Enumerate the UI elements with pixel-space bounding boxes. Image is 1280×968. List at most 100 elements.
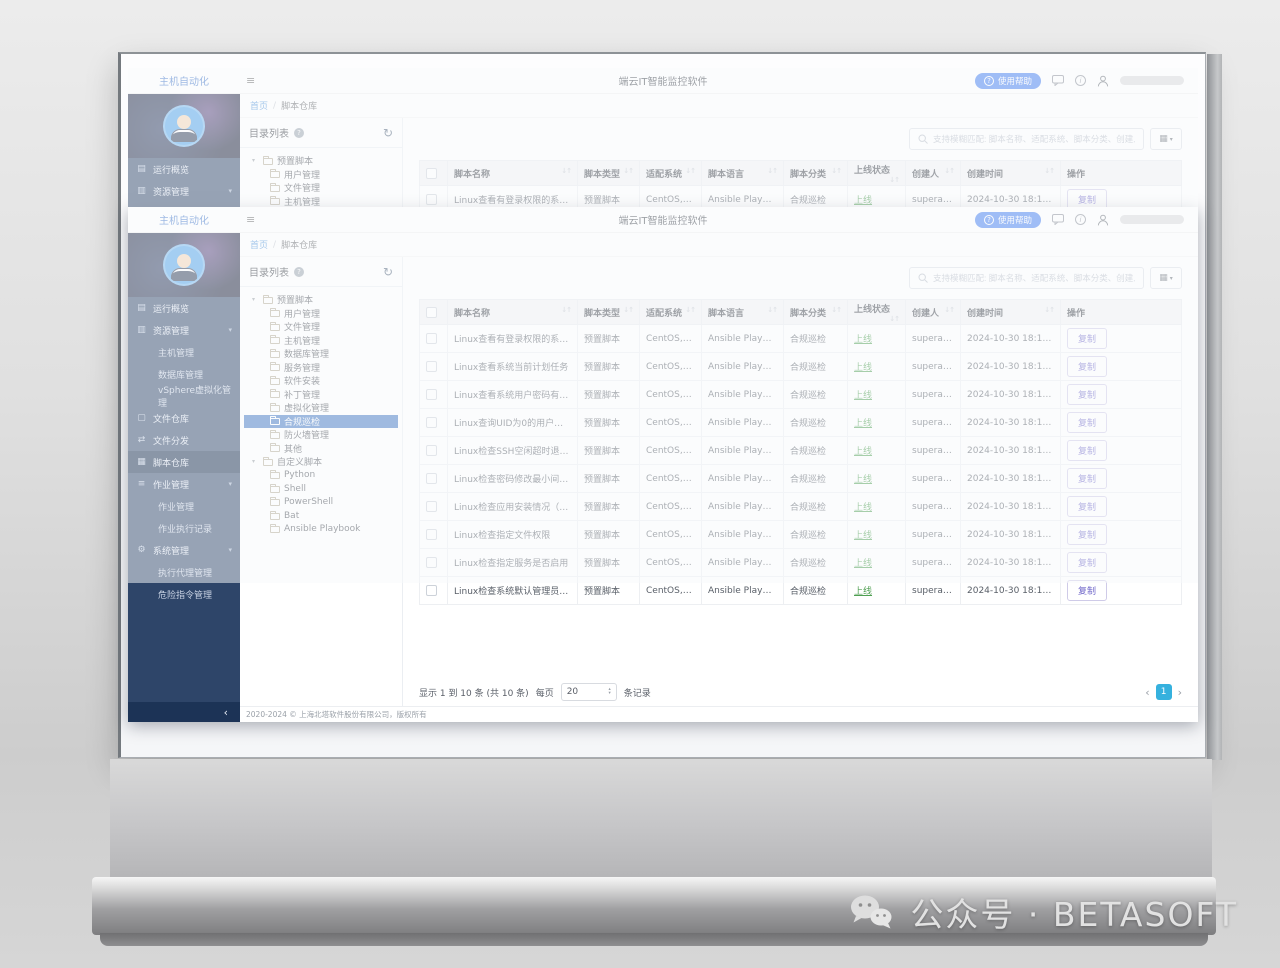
status-online-link[interactable]: 上线 [854, 559, 872, 569]
copy-button[interactable]: 复制 [1067, 580, 1107, 601]
column-header[interactable]: 脚本类型↓↑ [578, 161, 640, 186]
column-header[interactable]: 适配系统↓↑ [640, 161, 702, 186]
row-checkbox[interactable] [426, 557, 437, 568]
row-checkbox[interactable] [426, 445, 437, 456]
column-header[interactable]: 脚本名称↓↑ [448, 161, 578, 186]
sidebar-item-run-overview[interactable]: ▤运行概览 [128, 158, 240, 180]
status-online-link[interactable]: 上线 [854, 419, 872, 429]
tree-item[interactable]: 文件管理 [244, 320, 398, 334]
status-online-link[interactable]: 上线 [854, 447, 872, 457]
tree-group[interactable]: ▾预置脚本 [244, 154, 398, 168]
tree-item[interactable]: 其他 [244, 442, 398, 456]
row-checkbox[interactable] [426, 585, 437, 596]
sort-icon[interactable]: ↓↑ [889, 176, 899, 184]
sort-icon[interactable]: ↓↑ [561, 306, 571, 314]
sidebar-collapse-button[interactable]: ‹ [128, 702, 240, 722]
status-online-link[interactable]: 上线 [854, 391, 872, 401]
refresh-icon[interactable]: ↻ [383, 265, 393, 279]
sort-icon[interactable]: ↓↑ [685, 167, 695, 175]
sidebar-subitem[interactable]: 执行代理管理 [128, 561, 240, 583]
copy-button[interactable]: 复制 [1067, 412, 1107, 433]
column-header[interactable]: 脚本分类↓↑ [784, 161, 848, 186]
hamburger-icon[interactable]: ≡ [246, 213, 255, 226]
tree-item[interactable]: Python [244, 469, 398, 483]
sort-icon[interactable]: ↓↑ [944, 167, 954, 175]
sort-icon[interactable]: ↓↑ [623, 306, 633, 314]
column-header[interactable]: 创建时间↓↑ [961, 161, 1061, 186]
sort-icon[interactable]: ↓↑ [831, 167, 841, 175]
info-icon[interactable]: i [1075, 75, 1086, 86]
tree-item[interactable]: 文件管理 [244, 181, 398, 195]
copy-button[interactable]: 复制 [1067, 552, 1107, 573]
select-all-checkbox[interactable] [426, 307, 437, 318]
copy-button[interactable]: 复制 [1067, 496, 1107, 517]
row-checkbox[interactable] [426, 529, 437, 540]
row-checkbox[interactable] [426, 501, 437, 512]
status-online-link[interactable]: 上线 [854, 531, 872, 541]
copy-button[interactable]: 复制 [1067, 384, 1107, 405]
sidebar-subitem[interactable]: vSphere虚拟化管理 [128, 385, 240, 407]
status-online-link[interactable]: 上线 [854, 503, 872, 513]
tree-item[interactable]: Bat [244, 509, 398, 523]
status-online-link[interactable]: 上线 [854, 363, 872, 373]
help-circle-icon[interactable]: ? [294, 128, 304, 138]
tree-item[interactable]: 用户管理 [244, 168, 398, 182]
message-icon[interactable] [1052, 75, 1064, 86]
column-settings-button[interactable]: ▦ ▾ [1150, 128, 1182, 150]
tree-group[interactable]: ▾预置脚本 [244, 293, 398, 307]
copy-button[interactable]: 复制 [1067, 328, 1107, 349]
copy-button[interactable]: 复制 [1067, 524, 1107, 545]
help-button[interactable]: ? 使用帮助 [975, 73, 1041, 89]
status-online-link[interactable]: 上线 [854, 335, 872, 345]
user-icon[interactable] [1097, 214, 1109, 226]
column-header[interactable]: 脚本语言↓↑ [702, 300, 784, 325]
column-header[interactable]: 适配系统↓↑ [640, 300, 702, 325]
sidebar-item-file-repo[interactable]: ▢文件仓库 [128, 407, 240, 429]
breadcrumb-home[interactable]: 首页 [250, 238, 268, 251]
column-header[interactable]: 创建时间↓↑ [961, 300, 1061, 325]
tree-item[interactable]: 合规巡检 [244, 415, 398, 429]
tree-item[interactable]: 数据库管理 [244, 347, 398, 361]
sidebar-item-file-dist[interactable]: ⇄文件分发 [128, 429, 240, 451]
sidebar-item-job-mgmt[interactable]: ≡作业管理▾ [128, 473, 240, 495]
tree-item[interactable]: 主机管理 [244, 195, 398, 209]
row-checkbox[interactable] [426, 194, 437, 205]
sidebar-subitem[interactable]: 作业执行记录 [128, 517, 240, 539]
row-checkbox[interactable] [426, 333, 437, 344]
tree-item[interactable]: 服务管理 [244, 361, 398, 375]
sort-icon[interactable]: ↓↑ [561, 167, 571, 175]
breadcrumb-home[interactable]: 首页 [250, 99, 268, 112]
column-header[interactable]: 脚本类型↓↑ [578, 300, 640, 325]
help-button[interactable]: ? 使用帮助 [975, 212, 1041, 228]
help-circle-icon[interactable]: ? [294, 267, 304, 277]
column-header[interactable]: 脚本分类↓↑ [784, 300, 848, 325]
sidebar-subitem[interactable]: 作业管理 [128, 495, 240, 517]
copy-button[interactable]: 复制 [1067, 440, 1107, 461]
status-online-link[interactable]: 上线 [854, 587, 872, 597]
copy-button[interactable]: 复制 [1067, 356, 1107, 377]
page-size-select[interactable]: 20 ▴▾ [561, 683, 617, 701]
copy-button[interactable]: 复制 [1067, 468, 1107, 489]
sort-icon[interactable]: ↓↑ [944, 306, 954, 314]
refresh-icon[interactable]: ↻ [383, 126, 393, 140]
info-icon[interactable]: i [1075, 214, 1086, 225]
sort-icon[interactable]: ↓↑ [767, 306, 777, 314]
column-header[interactable]: 创建人↓↑ [906, 300, 961, 325]
prev-page-button[interactable]: ‹ [1145, 686, 1149, 699]
sort-icon[interactable]: ↓↑ [831, 306, 841, 314]
column-header[interactable]: 上线状态↓↑ [848, 161, 906, 186]
status-online-link[interactable]: 上线 [854, 196, 872, 206]
tree-item[interactable]: 补丁管理 [244, 388, 398, 402]
search-input[interactable] [933, 273, 1135, 283]
message-icon[interactable] [1052, 214, 1064, 225]
sidebar-item-resource-mgmt[interactable]: ▥资源管理▾ [128, 319, 240, 341]
row-checkbox[interactable] [426, 361, 437, 372]
tree-item[interactable]: 主机管理 [244, 334, 398, 348]
select-all-checkbox[interactable] [426, 168, 437, 179]
sidebar-item-system-mgmt[interactable]: ⚙系统管理▾ [128, 539, 240, 561]
tree-item[interactable]: PowerShell [244, 496, 398, 510]
status-online-link[interactable]: 上线 [854, 475, 872, 485]
tree-item[interactable]: 虚拟化管理 [244, 401, 398, 415]
search-input[interactable] [933, 134, 1135, 144]
column-header[interactable]: 脚本语言↓↑ [702, 161, 784, 186]
